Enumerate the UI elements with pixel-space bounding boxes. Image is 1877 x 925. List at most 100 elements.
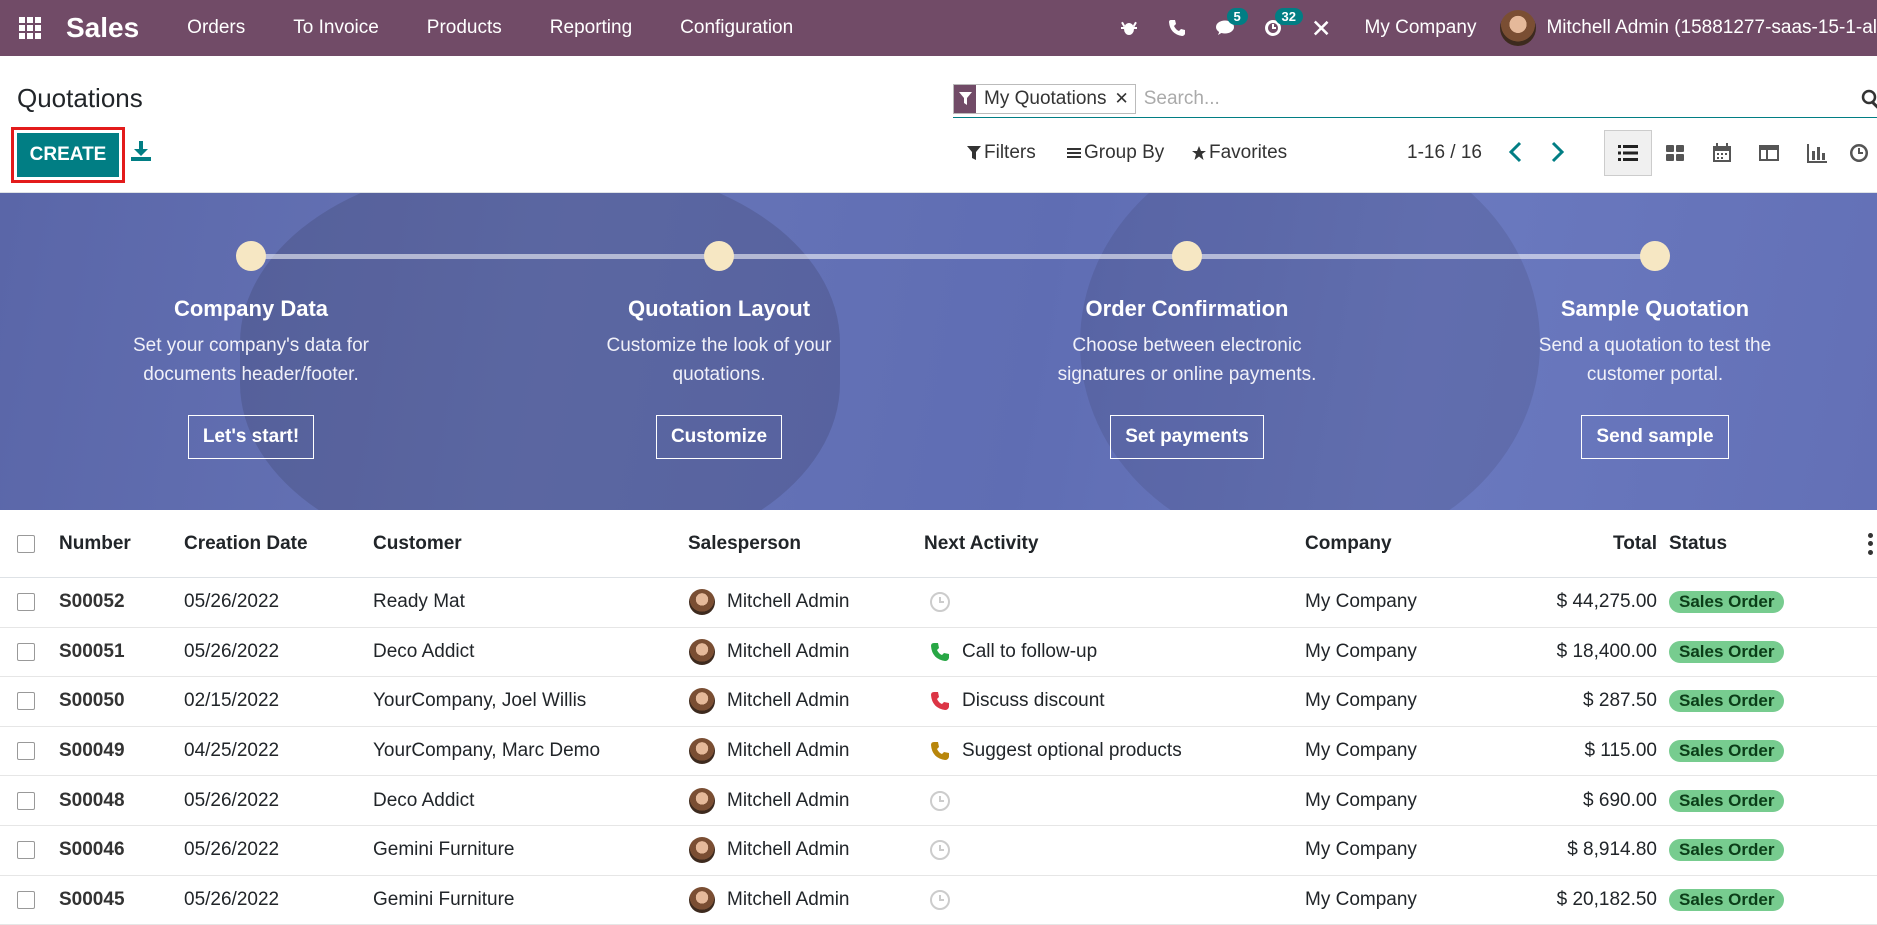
row-checkbox[interactable] — [17, 841, 35, 860]
phone-icon[interactable] — [1153, 0, 1201, 56]
messages-icon[interactable]: 5 — [1201, 0, 1249, 56]
column-company[interactable]: Company — [1305, 533, 1392, 555]
user-name: Mitchell Admin (15881277-saas-15-1-al — [1546, 17, 1877, 38]
step-description: Choose between electronic signatures or o… — [1057, 335, 1317, 385]
clock-icon[interactable] — [929, 839, 951, 861]
clock-icon[interactable] — [929, 889, 951, 911]
top-navbar: Sales Orders To Invoice Products Reporti… — [0, 0, 1877, 56]
groupby-label: Group By — [1084, 142, 1165, 163]
tools-icon[interactable] — [1297, 0, 1345, 56]
step-description: Send a quotation to test the customer por… — [1538, 335, 1772, 385]
filter-icon — [967, 146, 981, 160]
column-customer[interactable]: Customer — [373, 533, 462, 555]
favorites-button[interactable]: Favorites — [1192, 142, 1287, 164]
row-checkbox[interactable] — [17, 791, 35, 810]
salesperson-name: Mitchell Admin — [727, 740, 850, 762]
filters-label: Filters — [984, 142, 1036, 163]
column-status[interactable]: Status — [1669, 533, 1727, 555]
column-total[interactable]: Total — [1613, 533, 1657, 555]
customer-name: Deco Addict — [373, 640, 475, 662]
kanban-view-icon[interactable] — [1651, 130, 1699, 176]
search-icon[interactable] — [1861, 89, 1877, 109]
status-badge: Sales Order — [1669, 789, 1785, 812]
customize-button[interactable]: Customize — [655, 415, 783, 459]
pager-value[interactable]: 1-16 / 16 — [1407, 142, 1482, 164]
favorites-label: Favorites — [1209, 142, 1288, 163]
step-description: Set your company's data for documents hea… — [133, 335, 369, 385]
menu-orders[interactable]: Orders — [163, 0, 269, 56]
customer-name: YourCompany, Joel Willis — [373, 690, 587, 712]
creation-date: 05/26/2022 — [184, 839, 280, 861]
table-row[interactable]: S00048 05/26/2022 Deco Addict Mitchell A… — [0, 776, 1877, 826]
optional-columns-icon[interactable] — [1867, 532, 1873, 555]
row-checkbox[interactable] — [17, 890, 35, 909]
phone-icon[interactable] — [929, 690, 951, 712]
menu-configuration[interactable]: Configuration — [656, 0, 817, 56]
clock-icon[interactable] — [929, 790, 951, 812]
pivot-view-icon[interactable] — [1745, 130, 1793, 176]
salesperson-name: Mitchell Admin — [727, 839, 850, 861]
row-checkbox[interactable] — [17, 692, 35, 711]
creation-date: 05/26/2022 — [184, 789, 280, 811]
pager-previous-icon[interactable] — [1505, 140, 1527, 164]
calendar-view-icon[interactable] — [1698, 130, 1746, 176]
table-row[interactable]: S00051 05/26/2022 Deco Addict Mitchell A… — [0, 628, 1877, 678]
control-panel: Quotations — [0, 56, 1877, 193]
menu-to-invoice[interactable]: To Invoice — [269, 0, 403, 56]
filters-button[interactable]: Filters — [967, 142, 1036, 164]
row-checkbox[interactable] — [17, 742, 35, 761]
activity-view-icon[interactable] — [1840, 130, 1877, 176]
customer-name: Ready Mat — [373, 591, 465, 613]
company-switcher[interactable]: My Company — [1345, 17, 1501, 39]
column-next-activity[interactable]: Next Activity — [924, 533, 1038, 555]
column-salesperson[interactable]: Salesperson — [688, 533, 801, 555]
download-icon[interactable] — [130, 140, 152, 162]
select-all-checkbox[interactable] — [17, 534, 35, 553]
status-badge: Sales Order — [1669, 690, 1785, 713]
activities-clock-icon[interactable]: 32 — [1249, 0, 1303, 56]
row-checkbox[interactable] — [17, 642, 35, 661]
table-row[interactable]: S00049 04/25/2022 YourCompany, Marc Demo… — [0, 727, 1877, 777]
step-description: Customize the look of your quotations. — [606, 335, 832, 385]
lets-start-button[interactable]: Let's start! — [187, 415, 315, 459]
creation-date: 02/15/2022 — [184, 690, 280, 712]
onboarding-banner: Company Data Set your company's data for… — [0, 193, 1877, 510]
customer-name: Deco Addict — [373, 789, 475, 811]
salesperson-name: Mitchell Admin — [727, 789, 850, 811]
menu-reporting[interactable]: Reporting — [526, 0, 656, 56]
set-payments-button[interactable]: Set payments — [1110, 415, 1264, 459]
table-body: S00052 05/26/2022 Ready Mat Mitchell Adm… — [0, 578, 1877, 925]
group-by-button[interactable]: Group By — [1067, 142, 1164, 164]
graph-view-icon[interactable] — [1793, 130, 1841, 176]
row-checkbox[interactable] — [17, 593, 35, 612]
systray: 5 32 My Company Mitchell Admin (15881277… — [1105, 0, 1877, 56]
apps-menu-icon[interactable] — [0, 0, 60, 56]
menu-products[interactable]: Products — [403, 0, 526, 56]
column-creation-date[interactable]: Creation Date — [184, 533, 308, 555]
user-menu[interactable]: Mitchell Admin (15881277-saas-15-1-al — [1500, 10, 1877, 46]
bug-icon[interactable] — [1105, 0, 1153, 56]
quotation-number: S00051 — [59, 640, 125, 662]
send-sample-button[interactable]: Send sample — [1581, 415, 1729, 459]
table-row[interactable]: S00045 05/26/2022 Gemini Furniture Mitch… — [0, 876, 1877, 925]
step-quotation-layout: Quotation Layout Customize the look of y… — [519, 193, 919, 459]
facet-remove-icon[interactable]: ✕ — [1115, 85, 1135, 113]
phone-icon[interactable] — [929, 641, 951, 663]
step-dot — [1640, 241, 1670, 271]
total-amount: $ 115.00 — [1584, 740, 1657, 762]
phone-icon[interactable] — [929, 740, 951, 762]
column-number[interactable]: Number — [59, 533, 131, 555]
table-row[interactable]: S00046 05/26/2022 Gemini Furniture Mitch… — [0, 826, 1877, 876]
list-view-icon[interactable] — [1604, 130, 1652, 176]
list-lines-icon — [1067, 148, 1081, 158]
search-input[interactable] — [1143, 83, 1844, 114]
table-row[interactable]: S00050 02/15/2022 YourCompany, Joel Will… — [0, 677, 1877, 727]
step-dot — [1172, 241, 1202, 271]
create-button[interactable]: CREATE — [17, 133, 119, 177]
pager-next-icon[interactable] — [1546, 140, 1568, 164]
table-row[interactable]: S00052 05/26/2022 Ready Mat Mitchell Adm… — [0, 578, 1877, 628]
status-badge: Sales Order — [1669, 640, 1785, 663]
app-brand[interactable]: Sales — [60, 12, 163, 44]
facet-label: My Quotations — [984, 87, 1107, 109]
clock-icon[interactable] — [929, 591, 951, 613]
